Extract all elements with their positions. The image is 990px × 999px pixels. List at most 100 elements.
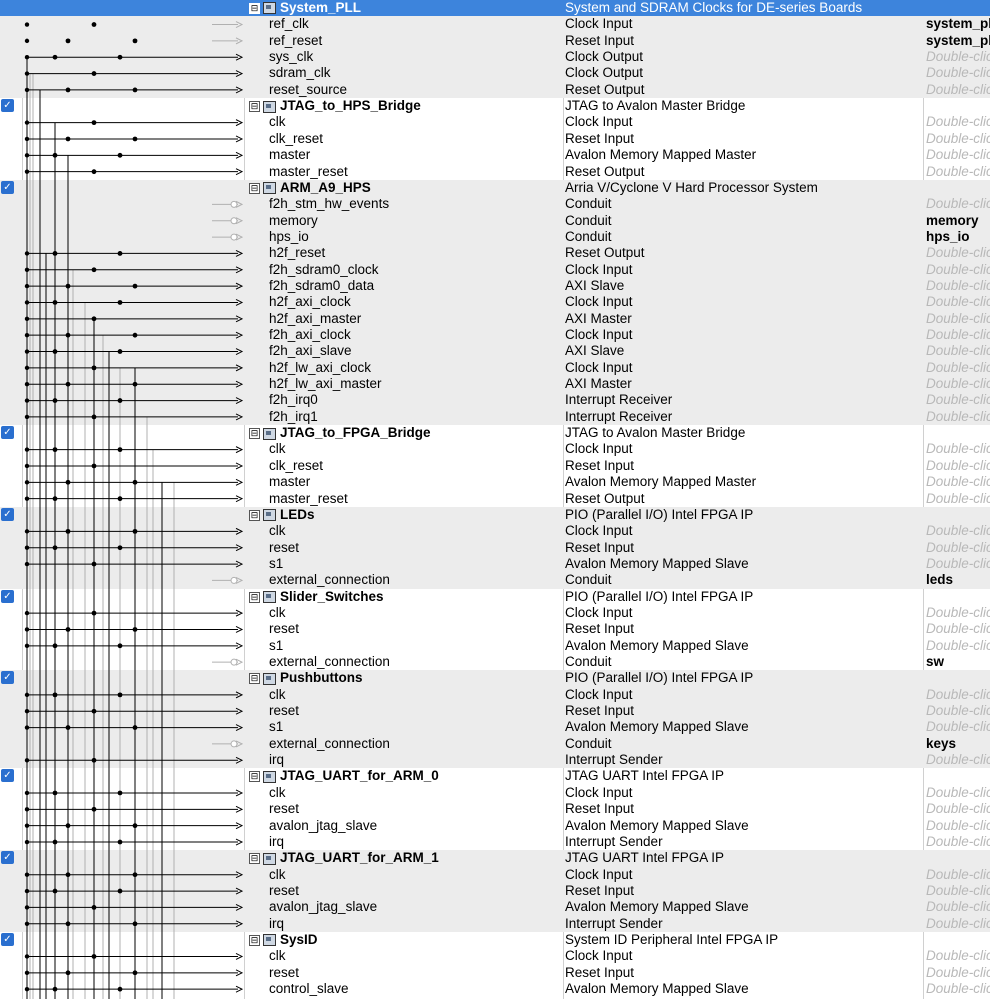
connection-dot[interactable] — [132, 725, 138, 730]
name-cell[interactable]: clk — [245, 605, 563, 621]
name-cell[interactable]: master_reset — [245, 164, 563, 180]
export-hint[interactable]: Double-click to export — [925, 343, 990, 358]
connection-dot[interactable] — [52, 643, 58, 649]
export-cell[interactable]: system_pll_ref_clk — [925, 16, 990, 32]
connection-dot[interactable] — [24, 872, 30, 877]
export-hint[interactable]: Double-click to export — [925, 605, 990, 620]
connection-dot[interactable] — [24, 627, 30, 632]
use-cell[interactable] — [0, 311, 22, 327]
use-cell[interactable] — [0, 621, 22, 637]
connection-dot[interactable] — [24, 365, 30, 371]
export-hint[interactable]: Double-click to export — [925, 965, 990, 980]
connection-dot[interactable] — [52, 986, 58, 992]
connection-dot[interactable] — [24, 839, 30, 845]
connection-dot[interactable] — [24, 251, 30, 256]
export-cell[interactable]: Double-click to export — [925, 82, 990, 98]
export-hint[interactable]: Double-click to export — [925, 147, 990, 162]
export-cell[interactable]: Double-click to export — [925, 752, 990, 768]
connection-dot[interactable] — [65, 725, 71, 730]
export-cell[interactable]: Double-click to export — [925, 245, 990, 261]
export-cell[interactable]: Double-click to export — [925, 687, 990, 703]
export-hint[interactable]: Double-click to export — [925, 540, 990, 555]
name-cell[interactable]: h2f_axi_clock — [245, 294, 563, 310]
export-cell[interactable]: Double-click to export — [925, 883, 990, 899]
export-hint[interactable]: Double-click to export — [925, 360, 990, 375]
use-cell[interactable] — [0, 474, 22, 490]
export-hint[interactable]: Double-click to export — [925, 245, 990, 260]
collapse-toggle-icon[interactable]: ⊟ — [249, 509, 260, 521]
use-cell[interactable] — [0, 948, 22, 964]
use-cell[interactable] — [0, 687, 22, 703]
use-cell[interactable] — [0, 262, 22, 278]
use-cell[interactable] — [0, 605, 22, 621]
use-cell[interactable] — [0, 801, 22, 817]
name-cell[interactable]: sys_clk — [245, 49, 563, 65]
export-cell[interactable]: Double-click to export — [925, 474, 990, 490]
export-hint[interactable]: Double-click to export — [925, 801, 990, 816]
connection-dot[interactable] — [132, 921, 138, 927]
name-cell[interactable]: clk_reset — [245, 458, 563, 474]
name-cell[interactable]: master_reset — [245, 491, 563, 507]
connection-dot[interactable] — [91, 365, 97, 371]
use-cell[interactable] — [0, 572, 22, 588]
connection-dot[interactable] — [24, 970, 30, 976]
use-cell[interactable] — [0, 49, 22, 65]
use-cell[interactable] — [0, 0, 22, 16]
export-cell[interactable]: Double-click to export — [925, 491, 990, 507]
connection-dot[interactable] — [52, 692, 58, 698]
export-cell[interactable]: Double-click to export — [925, 916, 990, 932]
connection-dot[interactable] — [117, 545, 123, 551]
conduit-export-icon[interactable] — [230, 658, 238, 666]
connection-dot[interactable] — [24, 790, 30, 796]
export-hint[interactable]: Double-click to export — [925, 621, 990, 636]
name-cell[interactable]: clk — [245, 523, 563, 539]
export-cell[interactable] — [925, 670, 990, 686]
connection-dot[interactable] — [52, 152, 58, 158]
connection-dot[interactable] — [52, 349, 58, 354]
export-cell[interactable]: Double-click to export — [925, 409, 990, 425]
name-cell[interactable]: ⊟ JTAG_UART_for_ARM_1 — [245, 850, 563, 866]
export-cell[interactable] — [925, 180, 990, 196]
collapse-toggle-icon[interactable]: ⊟ — [249, 182, 260, 194]
conduit-export-icon[interactable] — [230, 217, 238, 225]
name-cell[interactable]: clk — [245, 441, 563, 457]
export-cell[interactable]: Double-click to export — [925, 164, 990, 180]
use-checkbox[interactable]: ✓ — [1, 769, 14, 783]
connection-dot[interactable] — [24, 905, 30, 910]
export-cell[interactable]: Double-click to export — [925, 818, 990, 834]
name-cell[interactable]: ref_clk — [245, 16, 563, 32]
connection-dot[interactable] — [65, 283, 71, 289]
connection-dot[interactable] — [24, 447, 30, 452]
export-cell[interactable] — [925, 0, 990, 16]
export-cell[interactable]: Double-click to export — [925, 719, 990, 735]
connection-dot[interactable] — [132, 970, 138, 976]
export-cell[interactable]: sw — [925, 654, 990, 670]
name-cell[interactable]: ⊟ System_PLL — [245, 0, 563, 16]
export-hint[interactable]: Double-click to export — [925, 376, 990, 391]
export-cell[interactable]: Double-click to export — [925, 981, 990, 997]
use-checkbox[interactable]: ✓ — [1, 851, 14, 865]
export-cell[interactable]: Double-click to export — [925, 327, 990, 343]
export-cell[interactable]: keys — [925, 736, 990, 752]
name-cell[interactable]: reset — [245, 621, 563, 637]
conduit-export-icon[interactable] — [230, 576, 238, 584]
connection-dot[interactable] — [91, 561, 97, 567]
connection-dot[interactable] — [24, 496, 30, 501]
name-cell[interactable]: ⊟ JTAG_to_FPGA_Bridge — [245, 425, 563, 441]
use-checkbox[interactable]: ✓ — [1, 426, 14, 440]
use-cell[interactable] — [0, 131, 22, 147]
connection-dot[interactable] — [52, 300, 58, 305]
name-cell[interactable]: ⊟ Slider_Switches — [245, 589, 563, 605]
connection-dot[interactable] — [24, 610, 30, 616]
export-hint[interactable]: Double-click to export — [925, 883, 990, 898]
collapse-toggle-icon[interactable]: ⊟ — [249, 673, 260, 685]
export-hint[interactable]: Double-click to export — [925, 556, 990, 571]
export-hint[interactable]: Double-click to export — [925, 948, 990, 963]
connection-dot[interactable] — [24, 888, 30, 894]
name-cell[interactable]: f2h_stm_hw_events — [245, 196, 563, 212]
connection-dot[interactable] — [52, 496, 58, 502]
use-cell[interactable] — [0, 899, 22, 915]
use-cell[interactable] — [0, 556, 22, 572]
use-cell[interactable] — [0, 736, 22, 752]
connection-dot[interactable] — [65, 479, 71, 485]
